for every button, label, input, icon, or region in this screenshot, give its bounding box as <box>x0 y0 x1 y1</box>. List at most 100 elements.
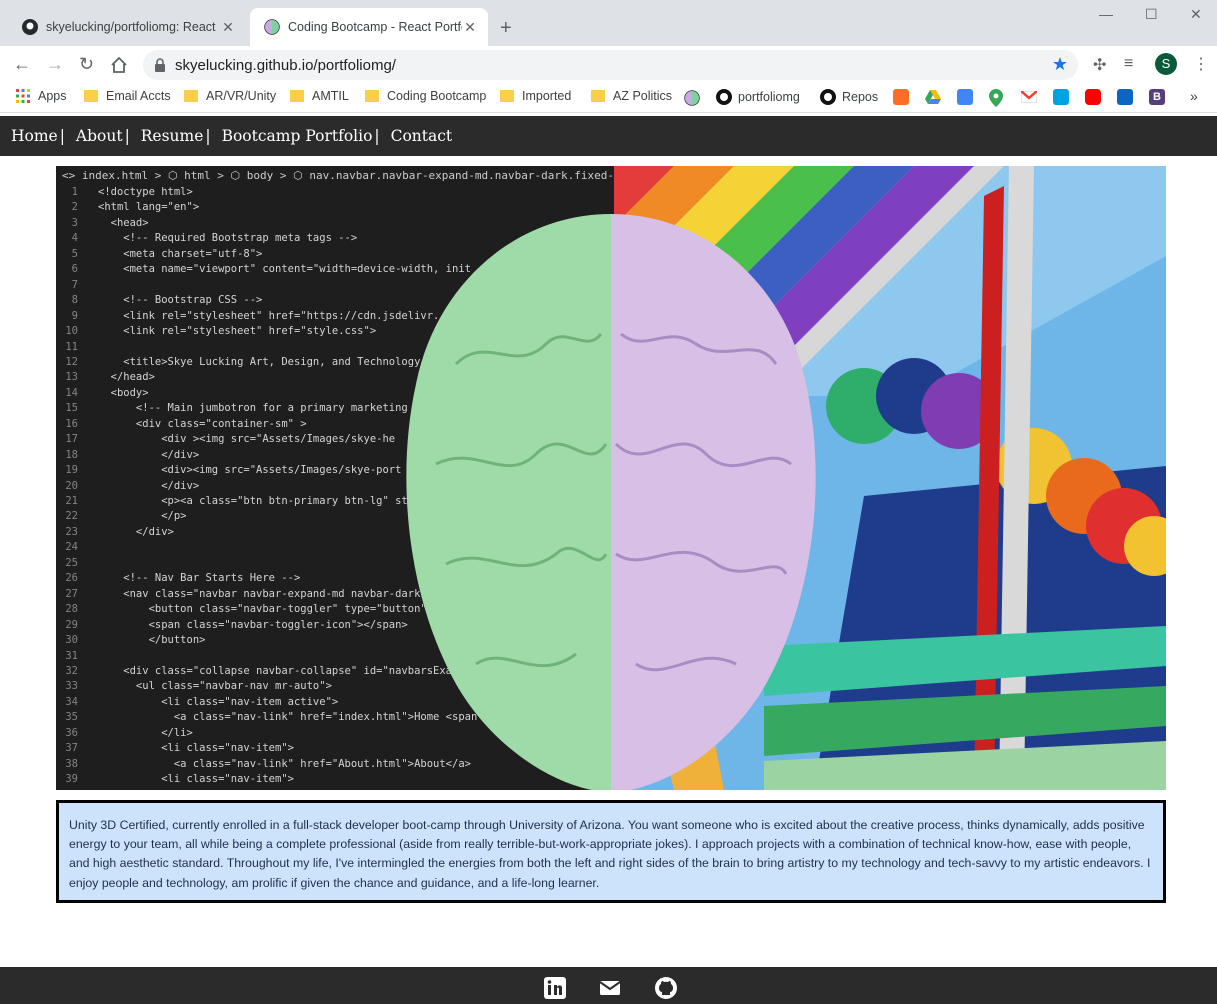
google-calendar-icon[interactable] <box>957 89 973 105</box>
bookmark-label: AR/VR/Unity <box>206 89 277 103</box>
code-line: <p><a class="btn btn-primary btn-lg" st <box>98 495 408 507</box>
extensions-puzzle-icon[interactable]: ✣ <box>1093 55 1106 75</box>
code-line-number: 8 <box>71 294 78 307</box>
tab-coding-bootcamp[interactable]: Coding Bootcamp - React Portfol ✕ <box>250 8 488 46</box>
editor-breadcrumb: <> index.html > ⬡ html > ⬡ body > ⬡ nav.… <box>62 169 710 182</box>
code-line-number: 33 <box>65 680 78 693</box>
code-line: </button> <box>98 634 206 647</box>
nav-link-home[interactable]: Home <box>11 127 58 145</box>
code-line-number: 15 <box>65 402 78 415</box>
linkedin-icon[interactable] <box>1117 89 1133 105</box>
code-line-number: 18 <box>65 448 78 461</box>
minimize-icon[interactable]: — <box>1099 6 1113 22</box>
code-line-number: 27 <box>65 587 78 600</box>
lock-icon <box>155 58 165 72</box>
code-line: <head> <box>98 216 149 229</box>
nav-separator: | <box>124 127 130 145</box>
code-line-number: 23 <box>65 525 78 538</box>
profile-avatar[interactable]: S <box>1155 53 1177 75</box>
code-line: <li class="nav-item"> <box>98 742 294 755</box>
site-favicon-icon[interactable] <box>684 90 700 106</box>
new-tab-button[interactable]: + <box>500 18 512 38</box>
bookmark-label: AZ Politics <box>613 89 673 103</box>
code-line: <span class="navbar-toggler-icon"></span… <box>98 618 408 631</box>
maximize-icon[interactable]: ☐ <box>1145 6 1158 23</box>
folder-icon <box>290 90 304 102</box>
email-icon[interactable] <box>599 977 621 999</box>
bookmark-label: Apps <box>38 89 67 103</box>
folder-icon <box>184 90 198 102</box>
bootstrap-icon[interactable]: B <box>1149 89 1165 105</box>
code-line: <div class="container-sm" > <box>98 417 307 430</box>
close-tab-icon[interactable]: ✕ <box>220 19 236 36</box>
reload-icon[interactable]: ↻ <box>79 54 94 74</box>
code-line: <link rel="stylesheet" href="https://cdn… <box>98 309 440 322</box>
gmail-icon[interactable] <box>1021 91 1037 103</box>
code-line-number: 30 <box>65 634 78 647</box>
code-line-number: 38 <box>65 757 78 770</box>
code-line-number: 5 <box>71 247 78 260</box>
code-line: </head> <box>98 371 155 384</box>
code-line-number: 16 <box>65 417 78 430</box>
menu-kebab-icon[interactable]: ⋮ <box>1193 54 1209 74</box>
brain-sculpture <box>406 214 816 790</box>
code-line: </li> <box>98 726 193 739</box>
address-bar[interactable]: skyelucking.github.io/portfoliomg/ ★ <box>143 50 1078 80</box>
forward-arrow-icon[interactable]: → <box>46 54 64 74</box>
bookmark-portfoliomg[interactable]: portfoliomg <box>716 89 800 105</box>
home-icon[interactable] <box>110 56 128 74</box>
bookmark-label: Imported <box>522 89 572 103</box>
nav-link-bootcamp-portfolio[interactable]: Bootcamp Portfolio <box>222 127 373 145</box>
bookmark-folder-az-politics[interactable]: AZ Politics <box>591 89 672 103</box>
bookmarks-overflow-button[interactable]: » <box>1190 88 1198 104</box>
code-line: </p> <box>98 510 187 523</box>
tab-title: Coding Bootcamp - React Portfol <box>288 20 462 34</box>
code-line-number: 11 <box>65 340 78 353</box>
video-player-icon[interactable] <box>1053 89 1069 105</box>
bookmark-repos[interactable]: Repos <box>820 89 878 105</box>
nav-link-contact[interactable]: Contact <box>391 127 453 145</box>
bookmark-folder-ar-vr-unity[interactable]: AR/VR/Unity <box>184 89 276 103</box>
nav-link-resume[interactable]: Resume <box>141 127 204 145</box>
bookmark-folder-imported[interactable]: Imported <box>500 89 571 103</box>
close-tab-icon[interactable]: ✕ <box>462 19 478 36</box>
bookmark-folder-email-accts[interactable]: Email Accts <box>84 89 171 103</box>
gitlab-icon[interactable] <box>893 89 909 105</box>
site-footer <box>0 967 1217 1004</box>
nav-link-about[interactable]: About <box>76 127 123 145</box>
code-line-number: 2 <box>71 201 78 214</box>
google-maps-icon[interactable] <box>989 89 1003 107</box>
github-icon[interactable] <box>655 977 677 999</box>
media-playlist-icon[interactable]: ≡ <box>1124 55 1133 73</box>
bookmark-label: Email Accts <box>106 89 171 103</box>
nav-separator: | <box>59 127 65 145</box>
tab-title: skyelucking/portfoliomg: React P <box>46 20 220 34</box>
bookmark-folder-coding-bootcamp[interactable]: Coding Bootcamp <box>365 89 486 103</box>
code-line: <html lang="en"> <box>98 201 200 214</box>
bio-text: Unity 3D Certified, currently enrolled i… <box>69 818 1151 890</box>
code-line-number: 28 <box>65 603 78 616</box>
bookmark-label: Coding Bootcamp <box>387 89 487 103</box>
code-line-number: 10 <box>65 325 78 338</box>
code-line-number: 1 <box>71 186 78 198</box>
bookmark-folder-amtil[interactable]: AMTIL <box>290 89 349 103</box>
back-arrow-icon[interactable]: ← <box>13 54 31 74</box>
bookmark-apps[interactable]: Apps <box>16 89 67 103</box>
github-icon <box>22 19 38 35</box>
code-line: <link rel="stylesheet" href="style.css"> <box>98 325 377 338</box>
code-line: <ul class="navbar-nav mr-auto"> <box>98 680 332 693</box>
code-line-number: 13 <box>65 371 78 384</box>
google-drive-icon[interactable] <box>925 90 941 105</box>
bookmark-label: AMTIL <box>312 89 349 103</box>
url-text: skyelucking.github.io/portfoliomg/ <box>175 57 396 74</box>
code-line-number: 9 <box>71 309 78 322</box>
youtube-icon[interactable] <box>1085 89 1101 105</box>
tab-github-repo[interactable]: skyelucking/portfoliomg: React P ✕ <box>8 8 246 46</box>
code-line-number: 37 <box>65 742 78 755</box>
code-line: <li class="nav-item"> <box>98 773 294 786</box>
code-line-number: 7 <box>71 278 78 291</box>
folder-icon <box>365 90 379 102</box>
bookmark-star-icon[interactable]: ★ <box>1052 54 1068 75</box>
close-window-icon[interactable]: ✕ <box>1190 6 1202 23</box>
linkedin-icon[interactable] <box>544 977 566 999</box>
